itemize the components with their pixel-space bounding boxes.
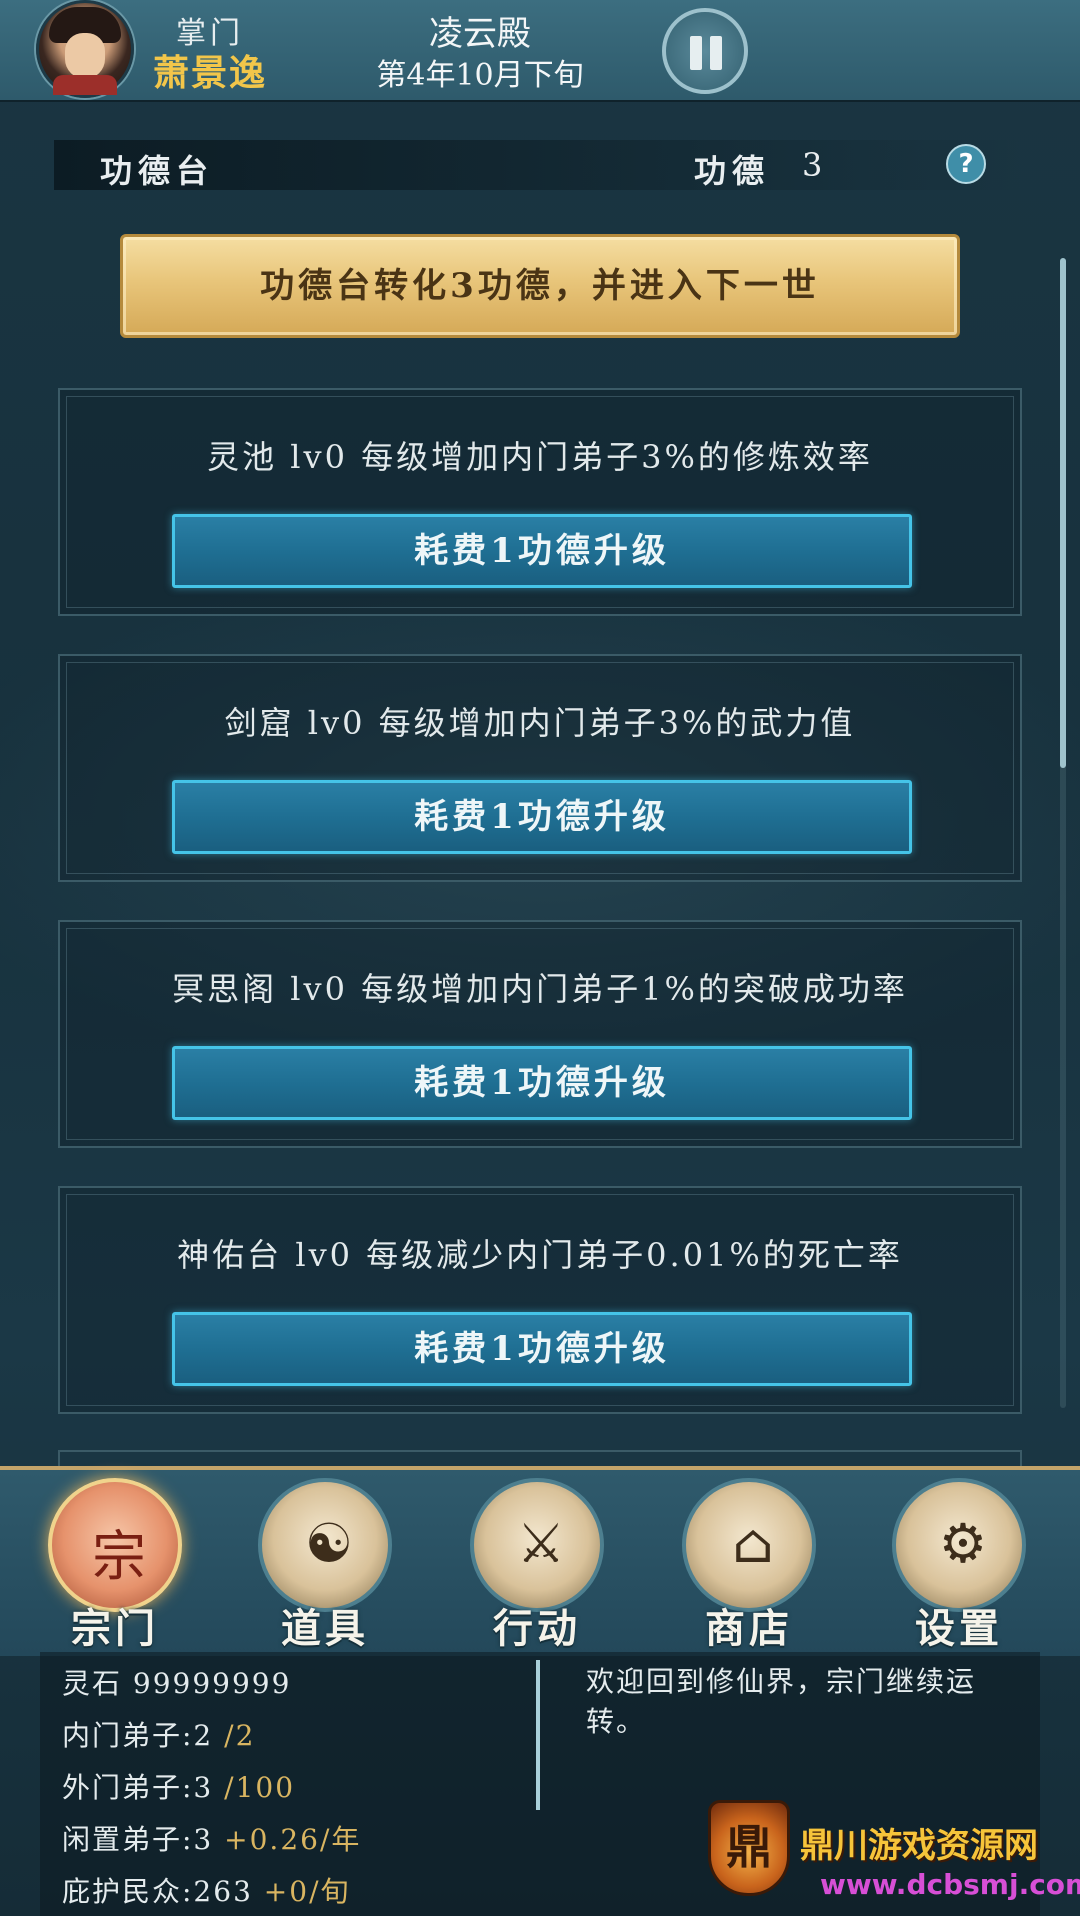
merit-label: 功德 (694, 152, 771, 190)
protected-rate: +0/旬 (263, 1875, 351, 1908)
nav-items[interactable]: ☯ 道具 (250, 1478, 400, 1654)
nav-action[interactable]: ⚔ 行动 (462, 1478, 612, 1654)
outer-disciples-max: /100 (224, 1771, 296, 1804)
upgrade-description: 剑窟 lv0 每级增加内门弟子3%的武力值 (224, 704, 856, 742)
bottom-nav: 宗 宗门 ☯ 道具 ⚔ 行动 ⌂ 商店 ⚙ 设置 (0, 1466, 1080, 1656)
panel-title: 功德台 (100, 152, 215, 190)
nav-glyph: 宗 (92, 1525, 146, 1588)
leader-name: 萧景逸 (152, 52, 267, 94)
inner-disciples-count: 内门弟子:2 (62, 1719, 214, 1752)
nav-settings[interactable]: ⚙ 设置 (884, 1478, 1034, 1654)
nav-shop[interactable]: ⌂ 商店 (674, 1478, 824, 1654)
sect-gate-icon: 宗 (48, 1478, 182, 1612)
upgrade-button[interactable]: 耗费1功德升级 (172, 1312, 912, 1386)
nav-label: 宗门 (71, 1605, 159, 1652)
watermark-title: 鼎川游戏资源网 (800, 1826, 1038, 1866)
outer-disciples-count: 外门弟子:3 (62, 1771, 214, 1804)
nav-glyph: ☯ (304, 1512, 354, 1575)
leader-avatar[interactable] (36, 0, 134, 98)
merit-value: 3 (802, 146, 823, 184)
pause-button[interactable] (662, 8, 748, 94)
avatar-face (65, 33, 105, 79)
outer-disciples-stat: 外门弟子:3 /100 (62, 1766, 295, 1806)
spirit-stone-stat: 灵石 99999999 (62, 1667, 292, 1700)
top-bar: 掌门 萧景逸 凌云殿 第4年10月下旬 (0, 0, 1080, 102)
nav-label: 商店 (705, 1605, 793, 1652)
inner-disciples-stat: 内门弟子:2 /2 (62, 1714, 255, 1754)
idle-disciples-rate: +0.26/年 (224, 1823, 362, 1856)
upgrade-card-meditation-hall: 冥思阁 lv0 每级增加内门弟子1%的突破成功率 耗费1功德升级 (58, 920, 1022, 1148)
sect-name: 凌云殿 (429, 14, 531, 54)
protected-people-stat: 庇护民众:263 +0/旬 (62, 1870, 351, 1910)
upgrade-card-divine-altar: 神佑台 lv0 每级减少内门弟子0.01%的死亡率 耗费1功德升级 (58, 1186, 1022, 1414)
nav-glyph: ⚙ (938, 1512, 988, 1575)
avatar-robe (53, 75, 117, 95)
nav-label: 设置 (915, 1605, 1003, 1652)
nav-label: 行动 (493, 1605, 581, 1652)
nav-sect[interactable]: 宗 宗门 (40, 1478, 190, 1654)
upgrade-card-spirit-pool: 灵池 lv0 每级增加内门弟子3%的修炼效率 耗费1功德升级 (58, 388, 1022, 616)
upgrade-description: 灵池 lv0 每级增加内门弟子3%的修炼效率 (207, 438, 873, 476)
upgrade-button[interactable]: 耗费1功德升级 (172, 780, 912, 854)
nav-glyph: ⌂ (732, 1512, 774, 1575)
help-icon[interactable]: ? (946, 144, 986, 184)
pause-icon (690, 36, 702, 70)
panel-divider (536, 1660, 540, 1810)
scroll-thumb[interactable] (1060, 258, 1066, 768)
upgrade-button[interactable]: 耗费1功德升级 (172, 514, 912, 588)
pause-icon-bar (710, 36, 722, 70)
inner-disciples-max: /2 (224, 1719, 256, 1752)
game-date: 第4年10月下旬 (376, 58, 584, 93)
nav-glyph: ⚔ (516, 1512, 566, 1575)
upgrade-description: 神佑台 lv0 每级减少内门弟子0.01%的死亡率 (177, 1236, 903, 1274)
protected-count: 庇护民众:263 (62, 1875, 253, 1908)
nav-label: 道具 (281, 1605, 369, 1652)
action-sword-icon: ⚔ (470, 1478, 604, 1612)
upgrade-description: 冥思阁 lv0 每级增加内门弟子1%的突破成功率 (172, 970, 908, 1008)
merit-header: 功德台 功德 3 ? (54, 140, 1028, 190)
idle-disciples-count: 闲置弟子:3 (62, 1823, 214, 1856)
watermark-logo: 鼎 (708, 1800, 790, 1896)
shop-building-icon: ⌂ (682, 1478, 816, 1612)
gear-icon: ⚙ (892, 1478, 1026, 1612)
watermark-url: www.dcbsmj.com (820, 1868, 1080, 1901)
idle-disciples-stat: 闲置弟子:3 +0.26/年 (62, 1818, 361, 1858)
convert-merit-button[interactable]: 功德台转化3功德，并进入下一世 (120, 234, 960, 338)
scrollbar[interactable] (1060, 258, 1066, 1408)
item-bag-icon: ☯ (258, 1478, 392, 1612)
upgrade-button[interactable]: 耗费1功德升级 (172, 1046, 912, 1120)
upgrade-card-sword-cave: 剑窟 lv0 每级增加内门弟子3%的武力值 耗费1功德升级 (58, 654, 1022, 882)
event-message: 欢迎回到修仙界，宗门继续运转。 (586, 1665, 977, 1738)
